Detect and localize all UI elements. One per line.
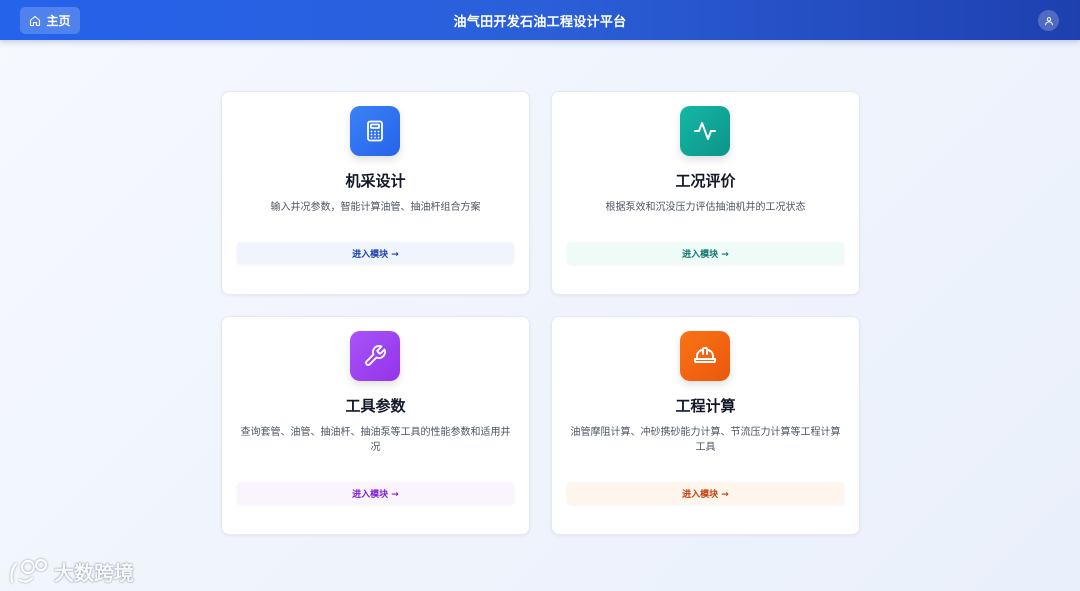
hard-hat-icon (694, 347, 716, 363)
enter-module-button[interactable]: 进入模块 → (567, 482, 844, 504)
module-title: 工程计算 (675, 397, 736, 415)
module-card-condition-evaluation[interactable]: 工况评价 根据泵效和沉没压力评估抽油机井的工况状态 进入模块 → (551, 91, 860, 295)
module-card-tool-parameters[interactable]: 工具参数 查询套管、油管、抽油杆、抽油泵等工具的性能参数和适用井况 进入模块 → (221, 316, 530, 535)
home-button-label: 主页 (46, 14, 71, 28)
module-title: 工具参数 (345, 397, 406, 415)
activity-pulse-icon (694, 122, 716, 140)
enter-module-button[interactable]: 进入模块 → (237, 482, 514, 504)
watermark-mascot-icon (10, 558, 48, 584)
module-icon-container (350, 106, 400, 156)
module-title: 机采设计 (345, 172, 406, 190)
calculator-icon (367, 120, 383, 142)
top-navigation-bar: 主页 油气田开发石油工程设计平台 (0, 0, 1080, 40)
module-card-engineering-calculation[interactable]: 工程计算 油管摩阻计算、冲砂携砂能力计算、节流压力计算等工程计算工具 进入模块 … (551, 316, 860, 535)
app-title: 油气田开发石油工程设计平台 (453, 14, 627, 30)
module-icon-container (350, 331, 400, 381)
module-description: 输入井况参数，智能计算油管、抽油杆组合方案 (270, 202, 481, 213)
watermark-text: 大数跨境 (54, 560, 134, 585)
wrench-icon (365, 345, 386, 366)
module-description: 根据泵效和沉没压力评估抽油机井的工况状态 (605, 202, 806, 213)
enter-module-button[interactable]: 进入模块 → (567, 242, 844, 264)
user-icon (1044, 16, 1053, 25)
module-description: 查询套管、油管、抽油杆、抽油泵等工具的性能参数和适用井况 (240, 427, 511, 453)
home-icon (30, 15, 41, 26)
module-icon-container (680, 331, 730, 381)
module-description: 油管摩阻计算、冲砂携砂能力计算、节流压力计算等工程计算工具 (570, 427, 841, 453)
module-icon-container (680, 106, 730, 156)
user-avatar-button[interactable] (1038, 10, 1059, 31)
module-card-mechanical-recovery[interactable]: 机采设计 输入井况参数，智能计算油管、抽油杆组合方案 进入模块 → (221, 91, 530, 295)
home-button[interactable]: 主页 (20, 7, 80, 34)
enter-module-button[interactable]: 进入模块 → (237, 242, 514, 264)
watermark-logo: 大数跨境 (8, 554, 134, 588)
module-title: 工况评价 (675, 172, 736, 190)
